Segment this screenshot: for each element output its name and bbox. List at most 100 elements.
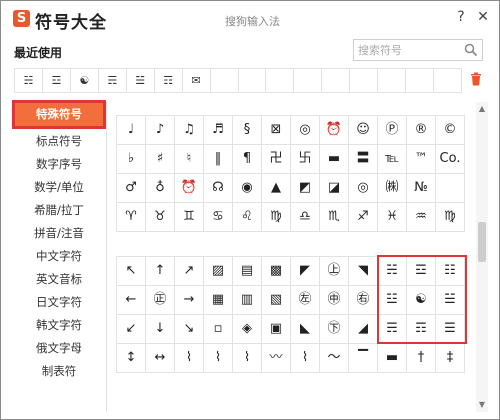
sidebar-item[interactable]: 日文字符 <box>13 291 105 314</box>
symbol-cell[interactable]: ♍ <box>262 203 291 232</box>
symbol-cell[interactable]: ☺ <box>349 116 378 145</box>
help-icon[interactable]: ? <box>453 9 469 25</box>
symbol-cell[interactable]: ⌇ <box>204 344 233 373</box>
symbol-cell[interactable]: ↙ <box>117 315 146 344</box>
symbol-cell[interactable]: ㈱ <box>378 174 407 203</box>
sidebar-item[interactable]: 数字序号 <box>13 153 105 176</box>
symbol-cell[interactable]: ♯ <box>146 145 175 174</box>
symbol-cell[interactable]: Ⓟ <box>378 116 407 145</box>
symbol-cell[interactable]: 〰 <box>262 344 291 373</box>
sidebar-item[interactable]: 俄文字母 <box>13 337 105 360</box>
symbol-cell[interactable]: ▲ <box>262 174 291 203</box>
symbol-cell[interactable]: ▨ <box>204 257 233 286</box>
symbol-cell[interactable]: ‡ <box>436 344 465 373</box>
symbol-cell[interactable]: ㊨ <box>349 286 378 315</box>
symbol-cell[interactable]: ♉ <box>146 203 175 232</box>
symbol-cell[interactable]: ¶ <box>233 145 262 174</box>
symbol-cell[interactable]: ▤ <box>233 257 262 286</box>
symbol-cell[interactable]: ‖ <box>204 145 233 174</box>
symbol-cell[interactable]: ← <box>117 286 146 315</box>
symbol-cell[interactable]: 卍 <box>262 145 291 174</box>
sidebar-item[interactable]: 标点符号 <box>13 130 105 153</box>
symbol-cell[interactable]: ⌇ <box>291 344 320 373</box>
symbol-cell[interactable]: ◥ <box>349 257 378 286</box>
sidebar-item[interactable]: 特殊符号 <box>12 100 106 129</box>
symbol-cell[interactable]: ♏ <box>320 203 349 232</box>
scroll-down-icon[interactable]: ▼ <box>477 400 487 410</box>
recent-symbol[interactable] <box>322 69 351 92</box>
symbol-cell[interactable]: ⏰ <box>175 174 204 203</box>
symbol-cell[interactable]: ◉ <box>233 174 262 203</box>
symbol-cell[interactable]: © <box>436 116 465 145</box>
sidebar-item[interactable]: 制表符 <box>13 360 105 383</box>
symbol-cell[interactable]: § <box>233 116 262 145</box>
symbol-cell[interactable]: ⊠ <box>262 116 291 145</box>
sidebar-item[interactable]: 数学/单位 <box>13 176 105 199</box>
symbol-cell[interactable]: ♒ <box>407 203 436 232</box>
symbol-cell[interactable]: ⌇ <box>175 344 204 373</box>
recent-symbol[interactable] <box>378 69 407 92</box>
symbol-cell[interactable]: ◈ <box>233 315 262 344</box>
symbol-cell[interactable]: ℡ <box>378 145 407 174</box>
search-box[interactable] <box>353 39 483 61</box>
search-icon[interactable] <box>464 43 478 57</box>
symbol-cell[interactable] <box>436 174 465 203</box>
recent-symbol[interactable]: ☲ <box>43 69 71 92</box>
trash-icon[interactable] <box>469 72 483 88</box>
symbol-cell[interactable]: ♈ <box>117 203 146 232</box>
sidebar-item[interactable]: 中文字符 <box>13 245 105 268</box>
sidebar-item[interactable]: 拼音/注音 <box>13 222 105 245</box>
symbol-cell[interactable]: ◤ <box>291 257 320 286</box>
symbol-cell[interactable]: ▥ <box>233 286 262 315</box>
symbol-cell[interactable]: ◪ <box>320 174 349 203</box>
symbol-cell[interactable]: ♩ <box>117 116 146 145</box>
symbol-cell[interactable]: ㊧ <box>291 286 320 315</box>
recent-symbol[interactable] <box>239 69 267 92</box>
symbol-cell[interactable]: ㊦ <box>320 315 349 344</box>
symbol-cell[interactable]: ♌ <box>233 203 262 232</box>
recent-symbol[interactable]: ☵ <box>15 69 43 92</box>
symbol-cell[interactable]: ↗ <box>175 257 204 286</box>
symbol-cell[interactable]: ♂ <box>117 174 146 203</box>
symbol-cell[interactable]: ▔ <box>349 344 378 373</box>
symbol-cell[interactable]: ♋ <box>204 203 233 232</box>
symbol-cell[interactable]: ▬ <box>378 344 407 373</box>
symbol-cell[interactable]: ♬ <box>204 116 233 145</box>
recent-symbol[interactable]: ☱ <box>127 69 155 92</box>
scroll-up-icon[interactable]: ▲ <box>477 104 487 114</box>
search-input[interactable] <box>358 42 458 58</box>
symbol-cell[interactable]: ⏰ <box>320 116 349 145</box>
symbol-cell[interactable]: ↕ <box>117 344 146 373</box>
symbol-cell[interactable]: ™ <box>407 145 436 174</box>
sidebar-item[interactable]: 希腊/拉丁 <box>13 199 105 222</box>
recent-symbol[interactable]: ☶ <box>155 69 183 92</box>
symbol-cell[interactable]: ♐ <box>349 203 378 232</box>
recent-symbol[interactable] <box>434 69 462 92</box>
recent-symbol[interactable] <box>266 69 295 92</box>
symbol-cell[interactable]: Co. <box>436 145 465 174</box>
symbol-cell[interactable]: ◢ <box>349 315 378 344</box>
symbol-cell[interactable]: ♭ <box>117 145 146 174</box>
symbol-cell[interactable]: ▬ <box>320 145 349 174</box>
symbol-cell[interactable]: ♓ <box>378 203 407 232</box>
symbol-cell[interactable]: ↘ <box>175 315 204 344</box>
symbol-cell[interactable]: ♪ <box>146 116 175 145</box>
symbol-cell[interactable]: ♮ <box>175 145 204 174</box>
sidebar-item[interactable]: 韩文字符 <box>13 314 105 337</box>
symbol-cell[interactable]: ♊ <box>175 203 204 232</box>
recent-symbol[interactable]: ☴ <box>99 69 127 92</box>
recent-symbol[interactable] <box>211 69 239 92</box>
symbol-cell[interactable]: ☊ <box>204 174 233 203</box>
symbol-cell[interactable]: ◎ <box>349 174 378 203</box>
recent-symbol[interactable] <box>350 69 379 92</box>
symbol-cell[interactable]: ↑ <box>146 257 175 286</box>
symbol-cell[interactable]: ® <box>407 116 436 145</box>
recent-symbol[interactable] <box>406 69 435 92</box>
symbol-cell[interactable]: ㊥ <box>320 286 349 315</box>
symbol-cell[interactable]: † <box>407 344 436 373</box>
symbol-cell[interactable]: ▩ <box>262 257 291 286</box>
symbol-cell[interactable]: ♎ <box>291 203 320 232</box>
symbol-cell[interactable]: ↔ <box>146 344 175 373</box>
symbol-cell[interactable]: ◎ <box>291 116 320 145</box>
scrollbar[interactable]: ▲ ▼ <box>476 102 488 412</box>
